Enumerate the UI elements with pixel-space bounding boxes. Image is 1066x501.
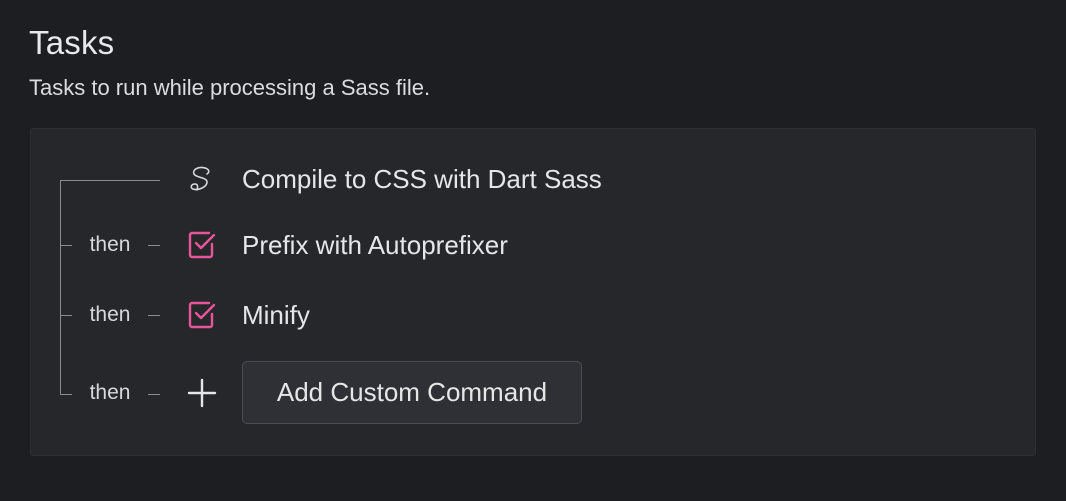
tree-connector	[60, 315, 72, 316]
add-custom-command-button[interactable]: Add Custom Command	[242, 361, 582, 424]
then-label: then	[89, 303, 131, 326]
tree-connector	[148, 394, 160, 395]
section-description: Tasks to run while processing a Sass fil…	[29, 75, 431, 100]
tree-connector	[148, 245, 160, 246]
task-label-compile: Compile to CSS with Dart Sass	[242, 164, 602, 194]
then-label: then	[89, 381, 131, 404]
tree-connector	[60, 180, 160, 181]
section-title: Tasks	[29, 24, 115, 61]
checkbox-checked-icon[interactable]	[185, 228, 219, 262]
plus-icon	[185, 376, 219, 410]
task-label-minify: Minify	[242, 300, 310, 330]
tree-connector	[60, 394, 72, 395]
tree-connector	[60, 245, 72, 246]
task-label-autoprefixer: Prefix with Autoprefixer	[242, 230, 508, 260]
tree-connector	[148, 315, 160, 316]
sass-logo-icon	[185, 163, 219, 197]
then-label: then	[89, 233, 131, 256]
checkbox-checked-icon[interactable]	[185, 298, 219, 332]
tree-line	[60, 180, 61, 394]
